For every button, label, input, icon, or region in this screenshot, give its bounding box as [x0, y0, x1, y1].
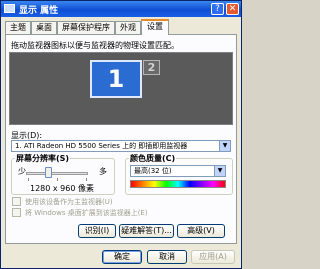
tab-theme[interactable]: 主题: [5, 21, 31, 34]
tab-strip: 主题 桌面 屏幕保护程序 外观 设置: [5, 19, 237, 35]
monitor-2-icon[interactable]: 2: [143, 60, 160, 75]
chevron-down-icon[interactable]: ▼: [214, 166, 225, 176]
cancel-button[interactable]: 取消: [147, 250, 187, 264]
slider-tick: [57, 178, 58, 181]
tab-screensaver[interactable]: 屏幕保护程序: [57, 21, 115, 34]
settings-panel: 拖动监视器图标以便与监视器的物理设置匹配。 1 2 显示(D): 1. ATI …: [5, 34, 237, 244]
color-quality-value: 最高(32 位): [134, 167, 172, 175]
tab-desktop[interactable]: 桌面: [31, 21, 57, 34]
troubleshoot-button[interactable]: 疑难解答(T)...: [119, 224, 174, 238]
advanced-button[interactable]: 高级(V): [177, 224, 225, 238]
instruction-text: 拖动监视器图标以便与监视器的物理设置匹配。: [11, 41, 179, 50]
primary-monitor-label: 使用该设备作为主监视器(U): [25, 198, 113, 206]
title-bar[interactable]: 显示 属性 ? ✕: [1, 1, 241, 17]
display-properties-window: 显示 属性 ? ✕ 主题 桌面 屏幕保护程序 外观 设置 拖动监视器图标以便与监…: [0, 0, 242, 269]
slider-tick: [86, 178, 87, 181]
monitor-arrangement-area: 1 2: [9, 52, 233, 125]
help-button[interactable]: ?: [211, 3, 224, 15]
color-quality-select[interactable]: 最高(32 位) ▼: [130, 165, 226, 177]
slider-thumb[interactable]: [44, 167, 52, 178]
display-app-icon: [4, 4, 15, 13]
chevron-down-icon[interactable]: ▼: [219, 141, 230, 151]
identify-button[interactable]: 识别(I): [78, 224, 116, 238]
close-button[interactable]: ✕: [226, 3, 239, 15]
display-select-value: 1. ATI Radeon HD 5500 Series 上的 即插即用监视器: [15, 142, 188, 150]
window-title: 显示 属性: [19, 6, 59, 16]
slider-tick: [28, 178, 29, 181]
apply-button[interactable]: 应用(A): [191, 250, 235, 264]
tab-appearance[interactable]: 外观: [115, 21, 141, 34]
slider-track: [26, 172, 88, 175]
ok-button[interactable]: 确定: [102, 250, 142, 264]
extend-desktop-label: 将 Windows 桌面扩展到该监视器上(E): [25, 209, 148, 217]
display-select[interactable]: 1. ATI Radeon HD 5500 Series 上的 即插即用监视器 …: [11, 140, 231, 152]
resolution-value: 1280 x 960 像素: [30, 184, 94, 193]
extend-desktop-checkbox[interactable]: [12, 208, 21, 217]
color-quality-group-label: 颜色质量(C): [130, 154, 176, 163]
monitor-1-icon[interactable]: 1: [90, 60, 142, 98]
primary-monitor-checkbox[interactable]: [12, 197, 21, 206]
tab-settings[interactable]: 设置: [141, 19, 169, 35]
